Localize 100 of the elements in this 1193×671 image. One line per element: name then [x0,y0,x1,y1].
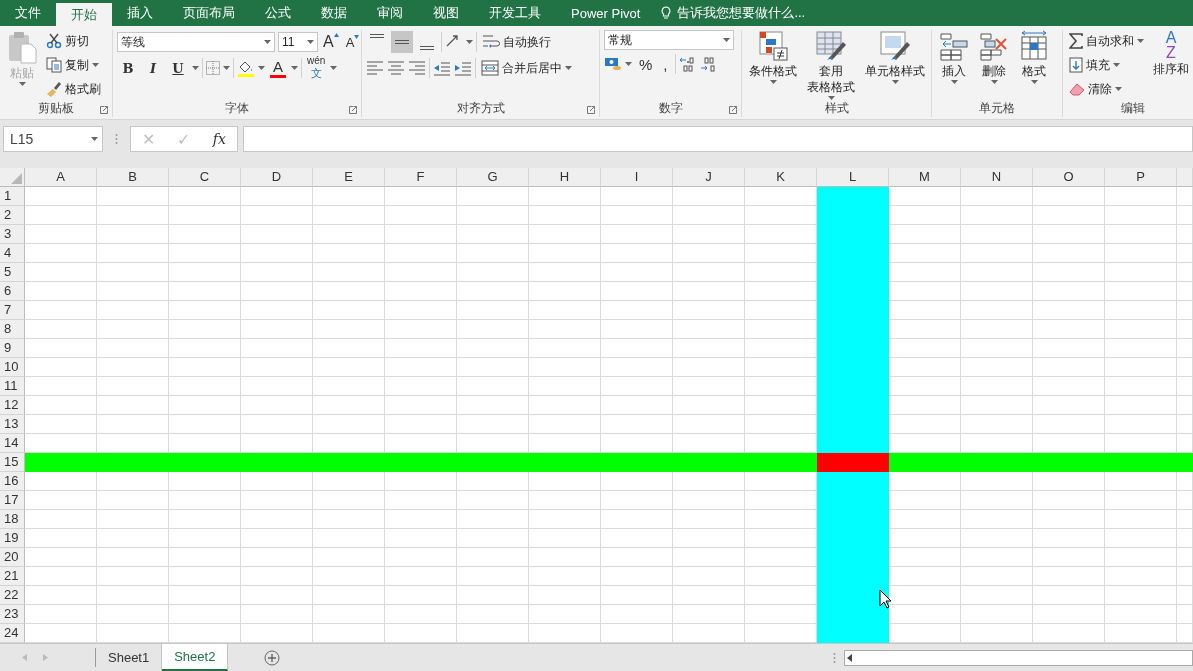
empty-cell[interactable] [169,225,241,244]
empty-cell[interactable] [241,586,313,605]
font-color-button[interactable]: A [268,58,288,78]
empty-cell[interactable] [97,282,169,301]
empty-cell[interactable] [169,339,241,358]
empty-cell[interactable] [529,548,601,567]
empty-cell[interactable] [1177,605,1193,624]
empty-cell[interactable] [1105,244,1177,263]
empty-cell[interactable] [457,282,529,301]
font-size-field[interactable]: 11 [278,32,318,52]
cut-button[interactable]: 剪切 [44,30,103,52]
empty-cell[interactable] [97,225,169,244]
empty-cell[interactable] [601,586,673,605]
empty-cell[interactable] [169,358,241,377]
column-header[interactable]: D [241,168,313,187]
empty-cell[interactable] [1105,605,1177,624]
empty-cell[interactable] [601,244,673,263]
empty-cell[interactable] [169,472,241,491]
empty-cell[interactable] [169,244,241,263]
menu-tab[interactable]: 文件 [0,0,56,26]
column-header[interactable]: B [97,168,169,187]
column-header[interactable]: K [745,168,817,187]
column-header[interactable]: M [889,168,961,187]
empty-cell[interactable] [961,510,1033,529]
empty-cell[interactable] [457,187,529,206]
empty-cell[interactable] [169,510,241,529]
empty-cell[interactable] [97,548,169,567]
autosum-button[interactable]: 自动求和 [1067,30,1146,52]
empty-cell[interactable] [1033,510,1105,529]
empty-cell[interactable] [385,206,457,225]
empty-cell[interactable] [1105,548,1177,567]
empty-cell[interactable] [1033,415,1105,434]
empty-cell[interactable] [169,548,241,567]
empty-cell[interactable] [961,586,1033,605]
empty-cell[interactable] [1033,529,1105,548]
empty-cell[interactable] [241,301,313,320]
empty-cell[interactable] [1177,415,1193,434]
empty-cell[interactable] [1177,225,1193,244]
menu-tab[interactable]: 开发工具 [474,0,556,26]
empty-cell[interactable] [169,396,241,415]
empty-cell[interactable] [97,358,169,377]
increase-decimal-icon[interactable] [678,56,697,72]
empty-cell[interactable] [529,491,601,510]
format-cells-button[interactable]: 格式 [1016,30,1052,99]
empty-cell[interactable] [313,377,385,396]
comma-button[interactable]: , [659,55,672,73]
empty-cell[interactable] [529,605,601,624]
empty-cell[interactable] [385,301,457,320]
empty-cell[interactable] [241,206,313,225]
empty-cell[interactable] [97,396,169,415]
empty-cell[interactable] [241,282,313,301]
align-icon[interactable] [387,59,405,77]
empty-cell[interactable] [241,567,313,586]
empty-cell[interactable] [1177,206,1193,225]
decrease-decimal-icon[interactable] [699,56,718,72]
highlighted-cell[interactable] [817,187,889,206]
empty-cell[interactable] [1105,415,1177,434]
empty-cell[interactable] [1177,377,1193,396]
grow-font-button[interactable]: A [321,33,341,51]
empty-cell[interactable] [313,605,385,624]
empty-cell[interactable] [529,301,601,320]
empty-cell[interactable] [601,320,673,339]
empty-cell[interactable] [97,605,169,624]
empty-cell[interactable] [1177,586,1193,605]
empty-cell[interactable] [961,396,1033,415]
empty-cell[interactable] [241,244,313,263]
empty-cell[interactable] [961,301,1033,320]
empty-cell[interactable] [1105,358,1177,377]
row-header[interactable]: 5 [0,263,25,282]
empty-cell[interactable] [169,187,241,206]
empty-cell[interactable] [673,358,745,377]
empty-cell[interactable] [673,510,745,529]
empty-cell[interactable] [97,301,169,320]
empty-cell[interactable] [1105,282,1177,301]
empty-cell[interactable] [1177,491,1193,510]
empty-cell[interactable] [1033,187,1105,206]
empty-cell[interactable] [1033,339,1105,358]
empty-cell[interactable] [313,472,385,491]
empty-cell[interactable] [313,301,385,320]
empty-cell[interactable] [601,339,673,358]
menu-tab[interactable]: 数据 [306,0,362,26]
empty-cell[interactable] [1033,282,1105,301]
empty-cell[interactable] [241,605,313,624]
empty-cell[interactable] [457,510,529,529]
empty-cell[interactable] [385,567,457,586]
empty-cell[interactable] [673,472,745,491]
empty-cell[interactable] [529,244,601,263]
empty-cell[interactable] [529,206,601,225]
empty-cell[interactable] [601,282,673,301]
empty-cell[interactable] [1177,510,1193,529]
empty-cell[interactable] [1105,377,1177,396]
empty-cell[interactable] [1177,244,1193,263]
empty-cell[interactable] [673,206,745,225]
empty-cell[interactable] [97,187,169,206]
column-header[interactable]: H [529,168,601,187]
empty-cell[interactable] [961,605,1033,624]
empty-cell[interactable] [1033,225,1105,244]
empty-cell[interactable] [97,529,169,548]
empty-cell[interactable] [601,605,673,624]
empty-cell[interactable] [169,282,241,301]
